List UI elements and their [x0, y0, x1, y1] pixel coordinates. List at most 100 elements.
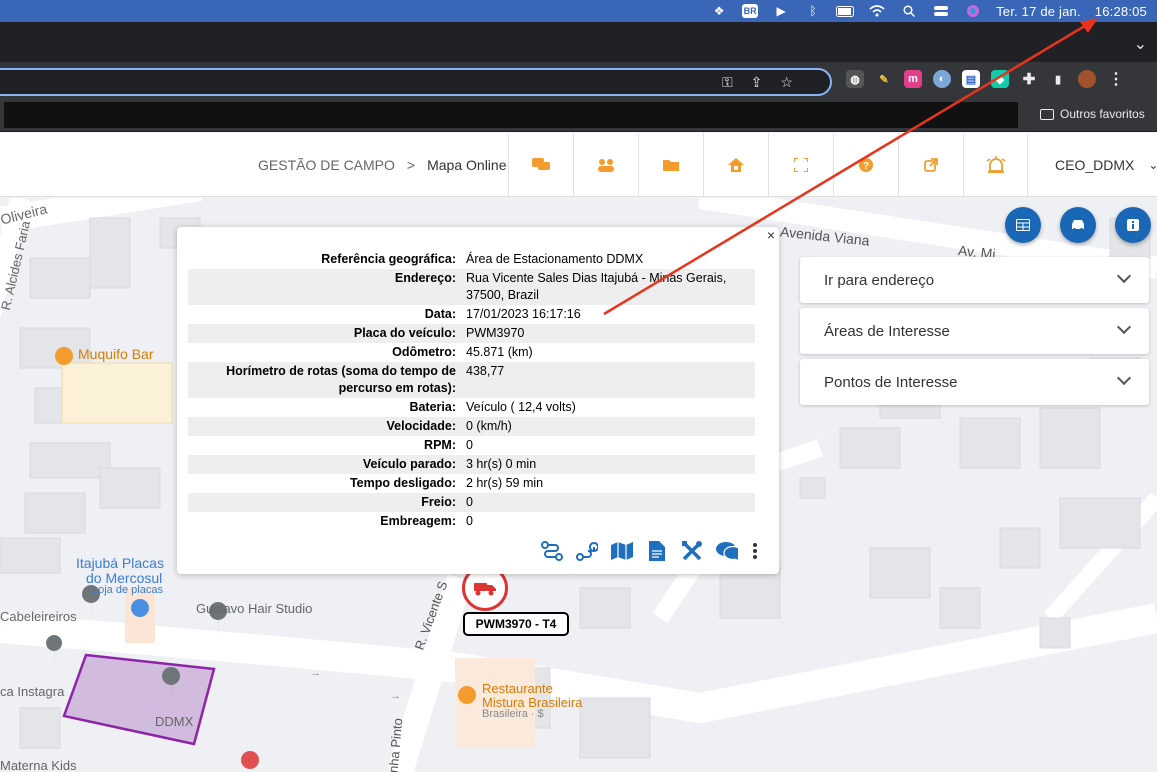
extension-icon-4[interactable]: ◐ — [933, 70, 951, 88]
info-row: Data: 17/01/2023 16:17:16 — [188, 305, 755, 324]
spotlight-search-icon[interactable] — [900, 4, 918, 18]
info-key: Velocidade: — [188, 417, 466, 436]
folder-icon — [663, 160, 679, 171]
svg-text:?: ? — [863, 161, 869, 172]
info-row: Odômetro: 45.871 (km) — [188, 343, 755, 362]
redacted-bookmarks — [4, 102, 1018, 128]
map-icon[interactable] — [611, 540, 633, 562]
fullscreen-icon — [794, 158, 808, 172]
chrome-menu-icon[interactable]: ⋮ — [1107, 70, 1125, 88]
extensions-puzzle-icon[interactable]: ✚ — [1020, 70, 1038, 88]
extension-icon-3[interactable]: m — [904, 70, 922, 88]
info-value: PWM3970 — [466, 324, 755, 343]
folder-button[interactable] — [638, 133, 703, 197]
battery-icon[interactable] — [836, 4, 855, 18]
info-row: Bateria: Veículo ( 12,4 volts) — [188, 398, 755, 417]
route-icon[interactable] — [541, 540, 563, 562]
table-icon — [1016, 219, 1030, 231]
tab-search-chevron-icon[interactable]: ⌄ — [1134, 34, 1147, 54]
extension-icon-5[interactable]: ▤ — [962, 70, 980, 88]
info-row: Endereço: Rua Vicente Sales Dias Itajubá … — [188, 269, 755, 305]
breadcrumb-current: Mapa Online — [427, 157, 507, 173]
group-button[interactable] — [573, 133, 638, 197]
play-icon[interactable]: ▶ — [772, 4, 790, 18]
browser-tab-strip: ⌄ — [0, 22, 1157, 62]
control-center-icon[interactable] — [932, 4, 950, 18]
info-button[interactable] — [1115, 207, 1151, 243]
breadcrumb-separator: > — [406, 157, 416, 173]
share-icon[interactable]: ⇪ — [751, 74, 763, 91]
external-link-button[interactable] — [898, 133, 963, 197]
extension-icon-2[interactable]: ✎ — [875, 70, 893, 88]
info-row: Velocidade: 0 (km/h) — [188, 417, 755, 436]
panel-label: Áreas de Interesse — [824, 322, 950, 340]
poi-label[interactable]: Itajubá Placas — [76, 555, 164, 571]
panel-label: Pontos de Interesse — [824, 373, 958, 391]
info-value: 438,77 — [466, 362, 755, 398]
breadcrumb-root[interactable]: GESTÃO DE CAMPO — [258, 157, 395, 173]
poi-label[interactable]: Materna Kids — [0, 758, 77, 772]
poi-label[interactable]: Muquifo Bar — [78, 346, 153, 362]
more-icon[interactable] — [751, 540, 759, 562]
poi-label[interactable]: Gustavo Hair Studio — [196, 601, 312, 616]
fullscreen-button[interactable] — [768, 133, 833, 197]
chat-icon — [532, 158, 550, 170]
info-key: Bateria: — [409, 400, 456, 414]
help-button[interactable]: ? — [833, 133, 898, 197]
info-key: Data: — [424, 307, 456, 321]
extension-icon-1[interactable]: ◍ — [846, 70, 864, 88]
user-menu[interactable]: CEO_DDMX ⌄ — [1027, 133, 1157, 197]
home-button[interactable] — [703, 133, 768, 197]
poi-label[interactable]: Restaurante — [482, 681, 553, 696]
side-panel-icon[interactable]: ▮ — [1049, 70, 1067, 88]
chat-button[interactable] — [508, 133, 573, 197]
keyboard-layout-indicator[interactable]: BR — [742, 4, 759, 18]
siri-icon[interactable] — [964, 4, 982, 18]
info-value: Veículo ( 12,4 volts) — [466, 400, 576, 414]
route-alt-icon[interactable] — [576, 540, 598, 562]
panel-areas-of-interest[interactable]: Áreas de Interesse — [800, 308, 1149, 354]
dropbox-icon[interactable]: ❖ — [710, 4, 728, 18]
tools-icon[interactable] — [681, 540, 703, 562]
info-key: Veículo parado: — [188, 455, 466, 474]
poi-label[interactable]: ca Instagra — [0, 684, 64, 699]
poi-label[interactable]: Cabeleireiros — [0, 609, 77, 624]
info-key: Placa do veículo: — [188, 324, 466, 343]
poi-label[interactable]: DDMX — [155, 714, 193, 729]
table-view-button[interactable] — [1005, 207, 1041, 243]
extension-icon-6[interactable]: ◆ — [991, 70, 1009, 88]
svg-text:→: → — [390, 690, 401, 702]
document-icon[interactable] — [646, 540, 668, 562]
chevron-down-icon: ⌄ — [1148, 158, 1157, 172]
popup-actions — [541, 540, 759, 562]
address-bar[interactable]: ⚿ ⇪ ☆ — [0, 68, 832, 96]
info-row: Tempo desligado: 2 hr(s) 59 min — [188, 474, 755, 493]
bookmark-star-icon[interactable]: ☆ — [780, 74, 793, 91]
bluetooth-icon[interactable]: ᛒ — [804, 4, 822, 18]
chat-icon[interactable] — [716, 540, 738, 562]
close-icon[interactable]: × — [767, 227, 775, 243]
alarm-button[interactable] — [963, 133, 1028, 197]
info-key: Freio: — [188, 493, 466, 512]
info-value: 3 hr(s) 0 min — [466, 455, 755, 474]
info-key: Endereço: — [188, 269, 466, 305]
panel-go-to-address[interactable]: Ir para endereço — [800, 257, 1149, 303]
svg-text:→: → — [310, 667, 321, 679]
info-row: Placa do veículo: PWM3970 — [188, 324, 755, 343]
wifi-icon[interactable] — [868, 4, 886, 18]
help-icon: ? — [859, 158, 873, 172]
other-bookmarks[interactable]: Outros favoritos — [1040, 107, 1145, 121]
external-link-icon — [924, 158, 938, 172]
menu-bar-date[interactable]: Ter. 17 de jan. — [996, 4, 1081, 19]
info-key: Horímetro de rotas (soma do tempo de per… — [188, 362, 466, 398]
panel-points-of-interest[interactable]: Pontos de Interesse — [800, 359, 1149, 405]
profile-avatar[interactable] — [1078, 70, 1096, 88]
menu-bar-time[interactable]: 16:28:05 — [1095, 4, 1147, 19]
info-row: Veículo parado: 3 hr(s) 0 min — [188, 455, 755, 474]
bookmarks-bar: Outros favoritos — [0, 100, 1157, 132]
vehicles-button[interactable] — [1060, 207, 1096, 243]
macos-menu-bar: ❖ BR ▶ ᛒ Ter. 17 de jan. 16:28:05 — [0, 0, 1157, 22]
info-key: Odômetro: — [392, 345, 456, 359]
key-icon[interactable]: ⚿ — [722, 74, 733, 91]
vehicle-plate-label: PWM3970 - T4 — [463, 612, 569, 636]
